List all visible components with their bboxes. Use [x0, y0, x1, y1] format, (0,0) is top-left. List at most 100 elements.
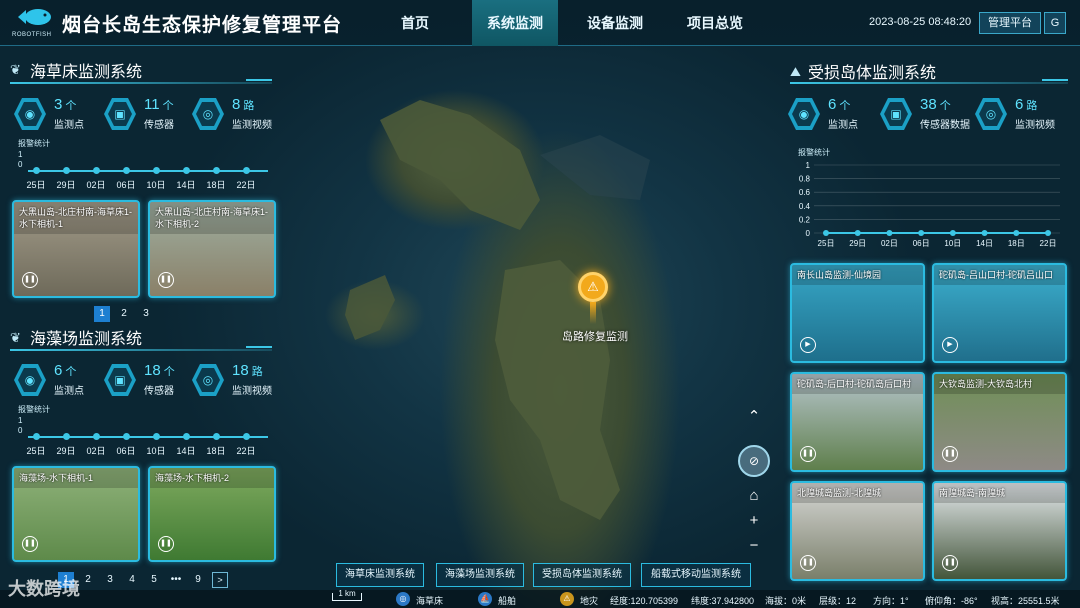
seagrass-alarm-label: 报警统计: [18, 139, 50, 148]
island-camera-5[interactable]: 北隍城岛监测-北隍城 ❚❚: [790, 481, 925, 581]
legend-seagrass: 海草床: [416, 596, 444, 606]
status-bar: ◎ 海草床 ⛵ 船舶 ⚠ 地灾 经度:120.705399 纬度:37.9428…: [0, 590, 1080, 608]
date-tick: 29日: [56, 180, 76, 190]
play-icon[interactable]: ▶: [800, 337, 816, 353]
island-alarm-chart: 报警统计 1 0.8 0.6 0.4 0.2 0 25日 29日 02日 06日 10日 14日 18日 2…: [798, 147, 1060, 248]
seagrass-camera-2[interactable]: 大黑山岛-北庄村南-海草床1-水下相机-2 ❚❚: [148, 200, 276, 298]
page-2[interactable]: 2: [116, 306, 132, 322]
play-icon[interactable]: ▶: [942, 337, 958, 353]
island-camera-4[interactable]: 大钦岛监测-大钦岛北村 ❚❚: [932, 372, 1067, 472]
chart-point: [981, 230, 988, 236]
page-5[interactable]: 5: [146, 572, 162, 588]
camera-title: 北隍城岛监测-北隍城: [792, 483, 923, 503]
chart-y-tick: 0: [806, 229, 811, 238]
seagrass-camera-1[interactable]: 大黑山岛-北庄村南-海草床1-水下相机-1 ❚❚: [12, 200, 140, 298]
island-camera-2[interactable]: 砣矶岛-吕山口村-砣矶吕山口 ▶: [932, 263, 1067, 363]
sensor-icon: ▣: [104, 98, 136, 130]
island-stat-points: ◉ 6个 监测点: [788, 96, 868, 136]
tab-seagrass-system[interactable]: 海草床监测系统: [336, 563, 424, 587]
stat-unit: 个: [162, 100, 174, 112]
timeline-dot: [63, 433, 70, 440]
camera-title: 海藻场-水下相机-1: [14, 468, 138, 488]
pause-icon[interactable]: ❚❚: [942, 446, 958, 462]
seagrass-stat-sensors: ▣ 11 个 传感器: [104, 96, 184, 136]
island-title: 受损岛体监测系统: [808, 65, 937, 82]
stat-label: 传感器数据: [920, 120, 970, 131]
pause-icon[interactable]: ❚❚: [800, 555, 816, 571]
nav-home[interactable]: 首页: [372, 0, 458, 46]
chart-y-tick: 0.6: [799, 188, 811, 197]
chart-x-tick: 02日: [881, 239, 898, 248]
chart-x-tick: 29日: [849, 239, 866, 248]
sensor-icon: ▣: [880, 98, 912, 130]
date-tick: 02日: [86, 180, 106, 190]
stat-label: 监测点: [54, 386, 84, 397]
top-bar: ROBOTFISH 烟台长岛生态保护修复管理平台 首页 系统监测 设备监测 项目…: [0, 0, 1080, 46]
timeline-dot: [93, 433, 100, 440]
collapse-up-icon[interactable]: ⌃: [742, 405, 766, 429]
island-camera-6[interactable]: 南隍城岛-南隍城 ❚❚: [932, 481, 1067, 581]
date-tick: 25日: [26, 180, 46, 190]
page-1[interactable]: 1: [94, 306, 110, 322]
page-2[interactable]: 2: [80, 572, 96, 588]
seagrass-y-tick: 1: [18, 150, 23, 159]
map-marker-label: 岛路修复监测: [562, 331, 628, 343]
page-ellipsis[interactable]: •••: [168, 572, 184, 588]
landslide-marker-icon[interactable]: ⚠: [578, 272, 608, 302]
stat-label: 监测点: [54, 120, 84, 131]
chart-x-tick: 14日: [976, 239, 993, 248]
seagrass-timeline: 25日 29日 02日 06日 10日 14日 18日 22日: [26, 166, 268, 190]
page-4[interactable]: 4: [124, 572, 140, 588]
pause-icon[interactable]: ❚❚: [22, 272, 38, 288]
legend-ship: 船舶: [498, 596, 517, 606]
date-tick: 22日: [236, 180, 256, 190]
timeline-dot: [153, 433, 160, 440]
admin-platform-button[interactable]: 管理平台: [979, 12, 1041, 34]
pause-icon[interactable]: ❚❚: [22, 536, 38, 552]
date-tick: 22日: [236, 446, 256, 456]
ship-legend-icon: ⛵: [478, 592, 492, 606]
zoom-in-icon[interactable]: +: [742, 509, 766, 533]
camera-title: 砣矶岛-吕山口村-砣矶吕山口: [934, 265, 1065, 285]
page-3[interactable]: 3: [138, 306, 154, 322]
stat-value: 18: [144, 362, 161, 379]
nav-device-monitor[interactable]: 设备监测: [572, 0, 658, 46]
date-tick: 14日: [176, 446, 196, 456]
chart-y-tick: 1: [806, 161, 811, 170]
seagrass-stat-points: ◉ 3个 监测点: [14, 96, 94, 136]
tab-seaweed-system[interactable]: 海藻场监测系统: [436, 563, 524, 587]
island-camera-3[interactable]: 砣矶岛-后口村-砣矶岛后口村 ❚❚: [790, 372, 925, 472]
nav-project-overview[interactable]: 项目总览: [672, 0, 758, 46]
home-icon[interactable]: ⌂: [742, 484, 766, 508]
timeline-dot: [243, 167, 250, 174]
pause-icon[interactable]: ❚❚: [158, 536, 174, 552]
location-icon: ◉: [14, 98, 46, 130]
stat-unit: 路: [243, 100, 255, 112]
seaweed-camera-1[interactable]: 海藻场-水下相机-1 ❚❚: [12, 466, 140, 562]
seagrass-legend-icon: ◎: [396, 592, 410, 606]
next-page-icon[interactable]: >: [212, 572, 228, 588]
compass-icon[interactable]: ⊘: [738, 445, 770, 477]
nav-system-monitor[interactable]: 系统监测: [472, 0, 558, 46]
island-section-icon: ⛰: [790, 64, 801, 79]
chart-point: [854, 230, 861, 236]
datetime: 2023-08-25 08:48:20: [869, 16, 972, 28]
pause-icon[interactable]: ❚❚: [942, 555, 958, 571]
page-9[interactable]: 9: [190, 572, 206, 588]
pause-icon[interactable]: ❚❚: [158, 272, 174, 288]
timeline-dot: [33, 167, 40, 174]
date-tick: 18日: [206, 180, 226, 190]
seaweed-title: 海藻场监测系统: [30, 331, 143, 348]
view-height: 视高：25551.5米: [991, 596, 1060, 606]
zoom-out-icon[interactable]: −: [742, 534, 766, 558]
seaweed-camera-2[interactable]: 海藻场-水下相机-2 ❚❚: [148, 466, 276, 562]
pause-icon[interactable]: ❚❚: [800, 446, 816, 462]
legend-disaster: 地灾: [580, 596, 599, 606]
camera-title: 南隍城岛-南隍城: [934, 483, 1065, 503]
island-camera-1[interactable]: 南长山岛监测-仙境园 ▶: [790, 263, 925, 363]
tab-ship-mobile-system[interactable]: 船载式移动监测系统: [641, 563, 751, 587]
tab-island-system[interactable]: 受损岛体监测系统: [533, 563, 631, 587]
seaweed-section-icon: ❦: [10, 330, 21, 345]
logout-button[interactable]: G: [1044, 12, 1066, 34]
page-3[interactable]: 3: [102, 572, 118, 588]
